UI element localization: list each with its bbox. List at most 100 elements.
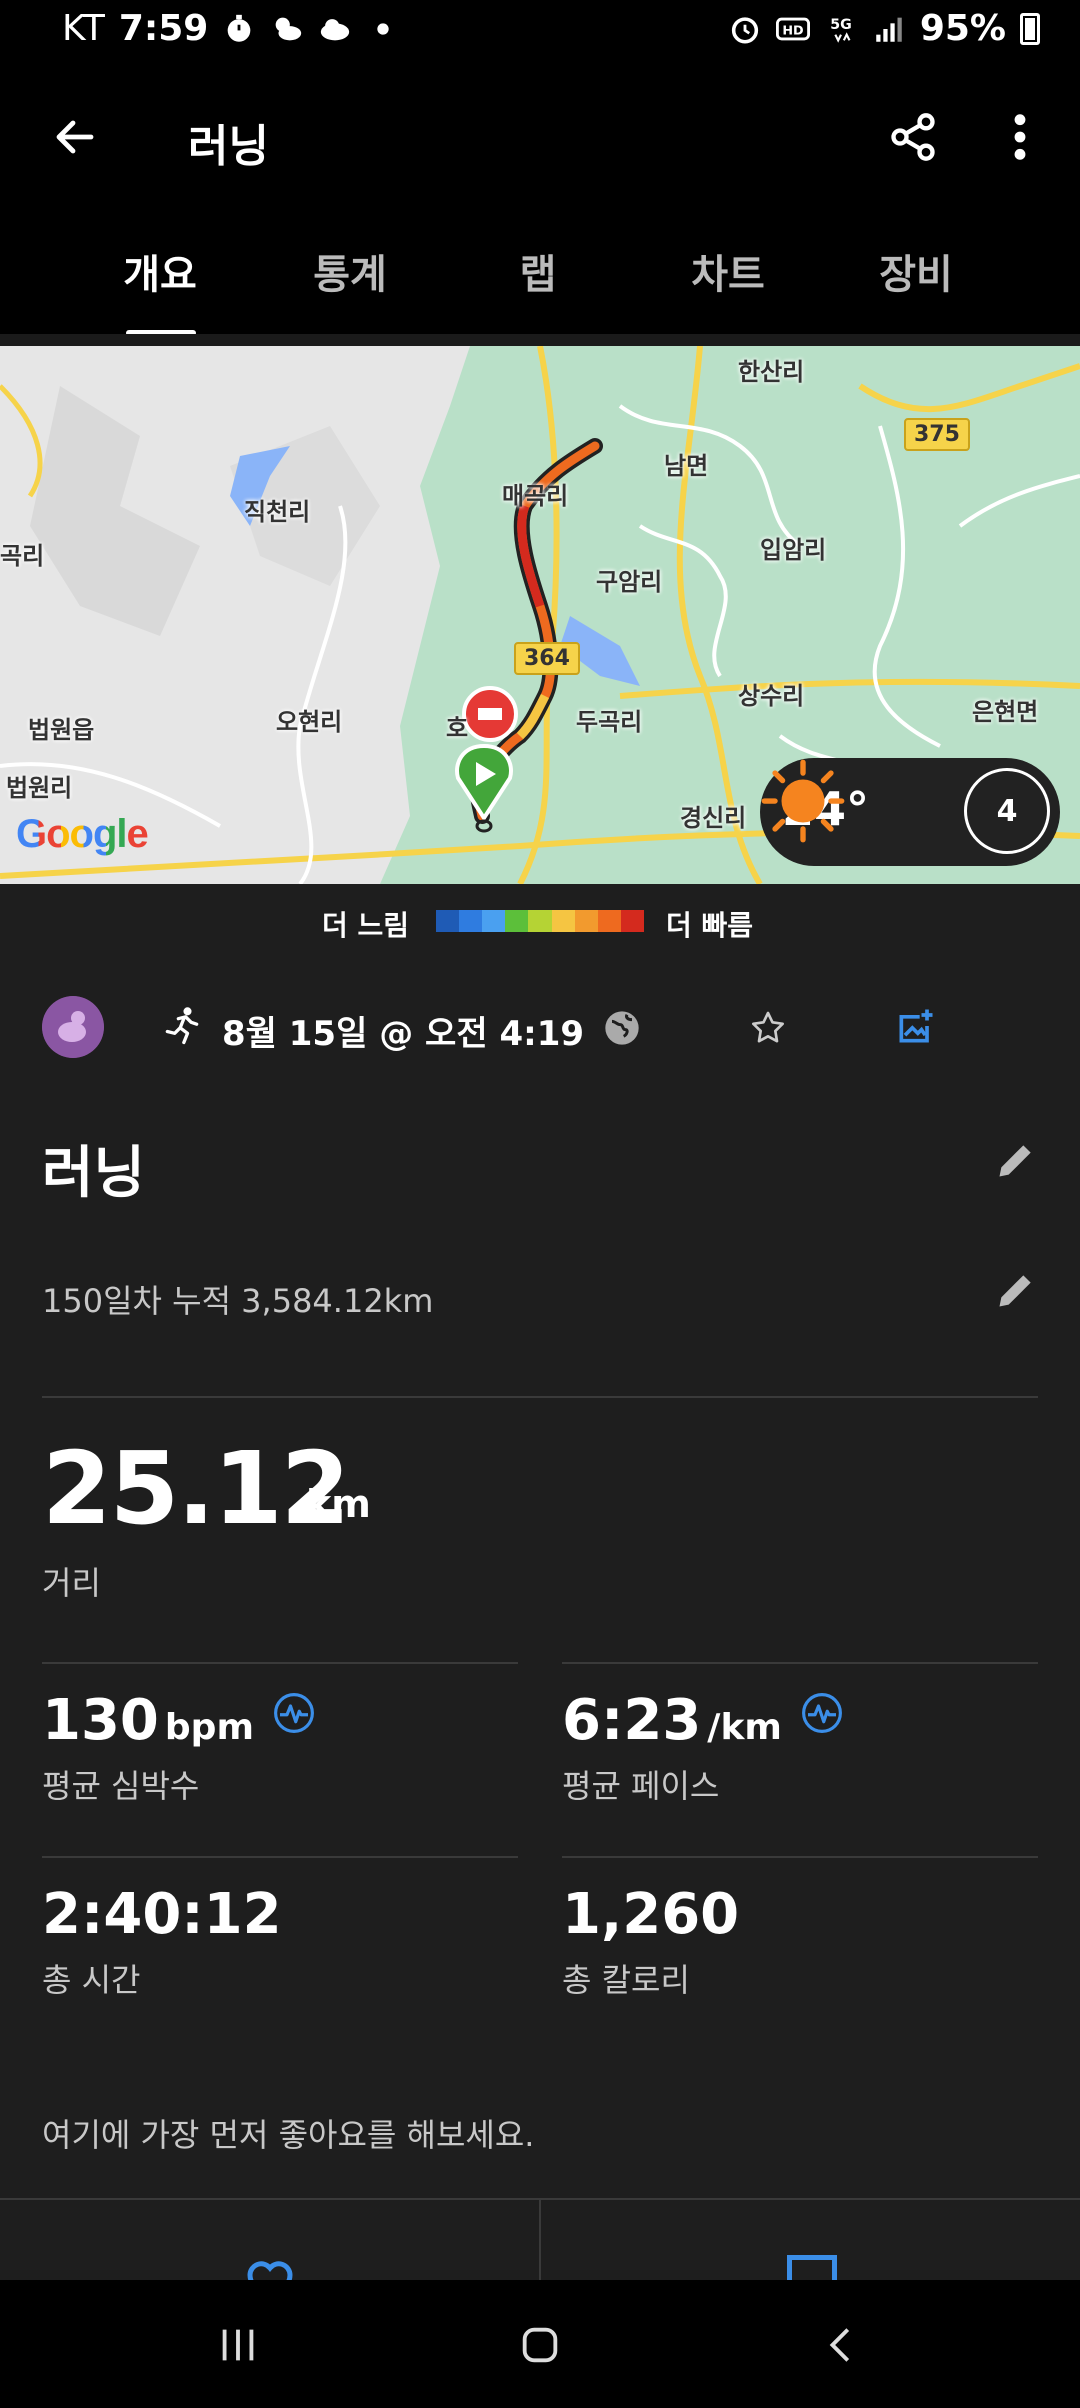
total-time-label: 총 시간 [42, 1961, 141, 1999]
distance-unit: km [306, 1482, 371, 1526]
divider [562, 1856, 1038, 1858]
map-label: 한산리 [738, 358, 805, 386]
pace-legend: 더 느림 더 빠름 [0, 884, 1080, 960]
stopwatch-icon [228, 14, 251, 42]
social-actions [0, 2198, 1080, 2290]
activity-date: 8월 15일 @ 오전 4:19 [222, 1014, 585, 1054]
network-label: 5G [830, 17, 851, 33]
globe-icon[interactable] [602, 1008, 642, 1048]
tab-divider [0, 334, 1080, 346]
legend-color-segment [597, 910, 621, 932]
calories-label: 총 칼로리 [562, 1961, 690, 1999]
avatar[interactable] [42, 996, 104, 1058]
hd-label: HD [782, 23, 803, 38]
legend-slow-label: 더 느림 [322, 909, 410, 942]
dot-icon [377, 22, 390, 35]
action-divider [539, 2200, 541, 2282]
heart-rate-info-icon[interactable] [273, 1692, 315, 1734]
legend-color-segment [528, 910, 552, 932]
map-label: 오현리 [276, 708, 343, 736]
distance-label: 거리 [42, 1564, 101, 1602]
legend-color-segment [482, 910, 506, 932]
map-label: 은현면 [972, 698, 1039, 726]
tab-gear[interactable]: 장비 [836, 242, 996, 300]
legend-color-segment [620, 910, 644, 932]
running-icon [165, 1007, 199, 1045]
battery-icon [1020, 12, 1040, 45]
legend-color-segment [574, 910, 598, 932]
recents-icon [222, 2329, 254, 2361]
divider [562, 1662, 1038, 1664]
alarm-icon [731, 16, 758, 44]
tab-overview[interactable]: 개요 [80, 242, 240, 300]
battery-percent: 95% [919, 8, 1006, 49]
total-time-stat: 2:40:12 총 시간 [42, 1882, 282, 2001]
pace-label: 평균 페이스 [562, 1767, 720, 1805]
divider [42, 1662, 518, 1664]
calories-stat: 1,260 총 칼로리 [562, 1882, 739, 2001]
divider [42, 1396, 1038, 1398]
legend-color-segment [505, 910, 529, 932]
carrier-label: KT [62, 8, 105, 49]
nav-back-button[interactable] [802, 2310, 882, 2380]
activity-title: 러닝 [42, 1141, 146, 1206]
heart-rate-unit: bpm [164, 1707, 254, 1748]
edit-description-pencil-icon[interactable] [994, 1268, 1038, 1312]
add-photo-icon[interactable] [894, 1004, 938, 1048]
cloud-icon [321, 18, 350, 40]
map-label: 호 [446, 714, 469, 742]
activity-description: 150일차 누적 3,584.12km [42, 1282, 434, 1320]
map-label: 두곡리 [576, 708, 643, 736]
pace-unit: /km [707, 1707, 782, 1748]
tab-laps[interactable]: 랩 [458, 242, 618, 300]
tab-charts[interactable]: 차트 [648, 242, 808, 300]
home-button[interactable] [500, 2310, 580, 2380]
edit-title-pencil-icon[interactable] [994, 1138, 1038, 1182]
share-icon [891, 113, 935, 161]
system-nav-bar [0, 2280, 1080, 2408]
status-bar: KT 7:59 HD 5G 95% [0, 0, 1080, 62]
distance-value: 25.12 [42, 1430, 350, 1547]
total-time-value: 2:40:12 [42, 1882, 282, 1947]
map-label: 매곡리 [502, 482, 569, 510]
google-wordmark: Google [16, 812, 149, 856]
map-label: 곡리 [0, 542, 45, 570]
tab-stats[interactable]: 통계 [270, 242, 430, 300]
activity-details: 8월 15일 @ 오전 4:19 러닝 150일차 누적 3,584.12km … [0, 960, 1080, 2290]
tab-bar: 개요 통계 랩 차트 장비 [0, 212, 1080, 340]
legend-color-segment [551, 910, 575, 932]
more-vertical-icon [1014, 114, 1026, 160]
wind-speed: 4 [996, 793, 1018, 829]
heart-rate-stat: 130 bpm 평균 심박수 [42, 1688, 315, 1807]
route-map[interactable]: 한산리 직천리 매곡리 남면 입암리 곡리 구암리 오현리 법원읍 두곡리 상수… [0, 346, 1080, 884]
back-button[interactable] [40, 102, 110, 172]
star-icon[interactable] [748, 1008, 788, 1048]
pace-value: 6:23 [562, 1688, 702, 1753]
like-prompt: 여기에 가장 먼저 좋아요를 해보세요. [42, 2116, 535, 2154]
pace-info-icon[interactable] [801, 1692, 843, 1734]
share-button[interactable] [878, 102, 948, 172]
weather-cloud-sun-icon [276, 17, 302, 40]
heart-rate-label: 평균 심박수 [42, 1767, 200, 1805]
arrow-left-icon [56, 120, 94, 154]
heart-rate-value: 130 [42, 1688, 159, 1753]
network-5g-icon: 5G [830, 17, 852, 43]
map-label: 법원리 [6, 774, 73, 802]
weather-widget: 24° 4 [760, 758, 1060, 866]
hd-icon: HD [775, 17, 810, 40]
map-label: 직천리 [244, 498, 311, 526]
road-badge-375: 375 [904, 418, 970, 451]
map-label: 입암리 [760, 536, 827, 564]
clock: 7:59 [118, 8, 209, 49]
signal-icon [876, 17, 902, 42]
google-logo: Google [16, 812, 149, 857]
map-label: 법원읍 [28, 716, 95, 744]
home-icon [522, 2327, 558, 2363]
map-label: 경신리 [680, 804, 747, 832]
sun-icon [761, 759, 845, 843]
recents-button[interactable] [198, 2310, 278, 2380]
more-options-button[interactable] [990, 102, 1050, 172]
legend-fast-label: 더 빠름 [666, 909, 754, 942]
road-badge-364: 364 [514, 642, 580, 675]
map-label: 상수리 [738, 682, 805, 710]
